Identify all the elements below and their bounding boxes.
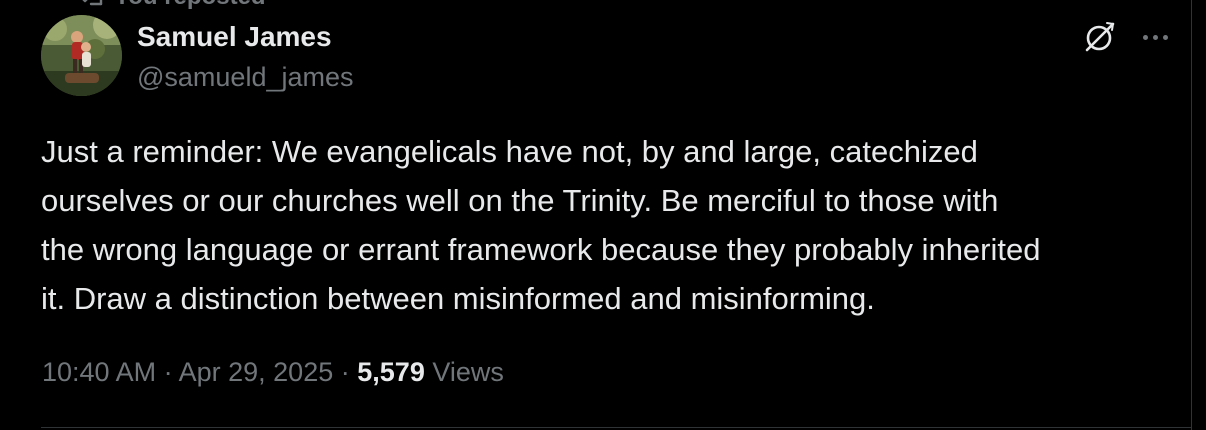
more-dot bbox=[1162, 34, 1168, 40]
author-display-name[interactable]: Samuel James bbox=[137, 20, 332, 54]
tweet-time[interactable]: 10:40 AM bbox=[42, 357, 156, 387]
more-icon[interactable] bbox=[1138, 24, 1172, 50]
author-handle[interactable]: @samueld_james bbox=[137, 61, 354, 93]
more-dot bbox=[1152, 34, 1158, 40]
repost-icon bbox=[80, 0, 106, 8]
avatar[interactable] bbox=[41, 15, 122, 96]
grok-icon[interactable] bbox=[1083, 20, 1117, 54]
meta-separator: · bbox=[340, 357, 350, 387]
views-label[interactable]: Views bbox=[432, 357, 504, 387]
tweet-date[interactable]: Apr 29, 2025 bbox=[179, 357, 334, 387]
tweet-detail: You reposted Samuel James @samueld_james bbox=[0, 0, 1192, 430]
repost-banner-label: You reposted bbox=[114, 0, 266, 11]
views-count[interactable]: 5,579 bbox=[357, 357, 425, 387]
repost-banner: You reposted bbox=[80, 0, 266, 11]
tweet-meta: 10:40 AM · Apr 29, 2025 · 5,579 Views bbox=[42, 354, 504, 390]
tweet-text: Just a reminder: We evangelicals have no… bbox=[41, 134, 1041, 316]
more-dot bbox=[1142, 34, 1148, 40]
divider bbox=[41, 427, 1192, 428]
meta-separator: · bbox=[163, 357, 173, 387]
